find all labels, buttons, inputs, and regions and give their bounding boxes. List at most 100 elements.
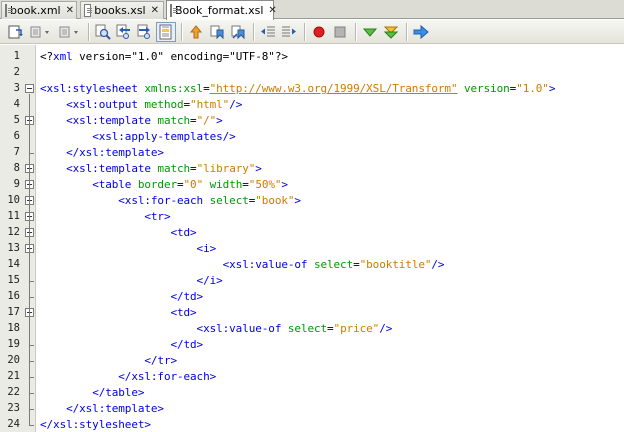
- code-text: <xsl:template match="/">: [40, 114, 223, 127]
- code-line[interactable]: 2: [0, 65, 624, 81]
- line-number: 24: [7, 418, 20, 430]
- code-line[interactable]: 22 </table>: [0, 385, 624, 401]
- toggle-bookmark-icon[interactable]: [228, 22, 248, 42]
- shift-left-icon[interactable]: [258, 22, 278, 42]
- fold-toggle-icon[interactable]: [25, 84, 34, 93]
- find-next-icon[interactable]: [135, 22, 155, 42]
- code-line[interactable]: 20 </tr>: [0, 353, 624, 369]
- code-line[interactable]: 19 </td>: [0, 337, 624, 353]
- validate-xml-icon[interactable]: [381, 22, 401, 42]
- line-number: 4: [13, 98, 20, 110]
- check-xml-icon[interactable]: [360, 22, 380, 42]
- tab-label: Book_format.xsl: [175, 4, 264, 17]
- next-bookmark-icon[interactable]: [207, 22, 227, 42]
- shift-right-icon[interactable]: [279, 22, 299, 42]
- code-text: </i>: [40, 274, 223, 287]
- fold-end-marker: [29, 361, 34, 362]
- code-line[interactable]: 11 <tr>: [0, 209, 624, 225]
- code-line[interactable]: 4 <xsl:output method="html"/>: [0, 97, 624, 113]
- code-token: border: [137, 178, 177, 191]
- back-icon[interactable]: [26, 22, 54, 42]
- code-line[interactable]: 18 <xsl:value-of select="price"/>: [0, 321, 624, 337]
- code-token: <xsl:value-of: [196, 322, 282, 335]
- code-token: <table: [92, 178, 132, 191]
- code-line[interactable]: 14 <xsl:value-of select="booktitle"/>: [0, 257, 624, 273]
- line-number: 11: [7, 210, 20, 222]
- close-tab-icon[interactable]: ✕: [268, 5, 276, 16]
- tab-label: book.xml: [10, 4, 61, 17]
- code-token: xml: [53, 50, 73, 63]
- code-line[interactable]: 7 </xsl:template>: [0, 145, 624, 161]
- close-tab-icon[interactable]: ✕: [66, 5, 74, 16]
- code-text: </xsl:stylesheet>: [40, 418, 151, 431]
- code-token: match: [157, 162, 191, 175]
- editor-toolbar: [0, 20, 624, 44]
- tab-books-xsl[interactable]: books.xsl ✕: [80, 1, 164, 19]
- code-token: <xsl:apply-templates/>: [92, 130, 236, 143]
- find-icon[interactable]: [93, 22, 113, 42]
- previous-bookmark-icon[interactable]: [186, 22, 206, 42]
- code-line[interactable]: 23 </xsl:template>: [0, 401, 624, 417]
- code-text: <xsl:stylesheet xmlns:xsl="http://www.w3…: [40, 82, 555, 95]
- code-line[interactable]: 3 <xsl:stylesheet xmlns:xsl="http://www.w…: [0, 81, 624, 97]
- last-edit-icon[interactable]: [5, 22, 25, 42]
- code-line[interactable]: 12 <td>: [0, 225, 624, 241]
- toggle-highlight-icon[interactable]: [156, 21, 176, 42]
- code-line[interactable]: 21 </xsl:for-each>: [0, 369, 624, 385]
- stop-macro-icon[interactable]: [330, 22, 350, 42]
- code-token: "book": [255, 194, 295, 207]
- code-line[interactable]: 9 <table border="0" width="50%">: [0, 177, 624, 193]
- line-number: 6: [13, 130, 20, 142]
- line-number: 2: [13, 66, 20, 78]
- code-token: "booktitle": [359, 258, 432, 271]
- code-line[interactable]: 6 <xsl:apply-templates/>: [0, 129, 624, 145]
- code-token: <xsl:template: [66, 114, 151, 127]
- line-number: 8: [13, 162, 20, 174]
- fold-end-marker: [29, 425, 34, 426]
- code-text: <tr>: [40, 210, 170, 223]
- code-editor[interactable]: 1 <?xml version="1.0" encoding="UTF-8"?> 2…: [0, 45, 624, 432]
- code-line[interactable]: 24 </xsl:stylesheet>: [0, 417, 624, 432]
- code-line[interactable]: 8 <xsl:template match="library">: [0, 161, 624, 177]
- code-token: xmlns:xsl: [144, 82, 204, 95]
- tab-book-xml[interactable]: book.xml ✕: [1, 1, 77, 19]
- tab-book-format-xsl[interactable]: Book_format.xsl ✕: [166, 0, 277, 20]
- code-line[interactable]: 5 <xsl:template match="/">: [0, 113, 624, 129]
- toolbar-separator: [88, 22, 89, 41]
- code-token: />: [229, 98, 243, 111]
- forward-icon[interactable]: [55, 22, 83, 42]
- line-number: 9: [13, 178, 20, 190]
- code-token: <xsl:value-of: [222, 258, 308, 271]
- code-token: "html": [190, 98, 230, 111]
- xsl-transform-icon[interactable]: [411, 22, 431, 42]
- start-macro-icon[interactable]: [309, 22, 329, 42]
- code-line[interactable]: 13 <i>: [0, 241, 624, 257]
- line-number: 13: [7, 242, 20, 254]
- toolbar-separator: [355, 22, 356, 41]
- code-line[interactable]: 16 </td>: [0, 289, 624, 305]
- code-text: <xsl:output method="html"/>: [40, 98, 242, 111]
- fold-end-marker: [29, 345, 34, 346]
- code-line[interactable]: 1 <?xml version="1.0" encoding="UTF-8"?>: [0, 49, 624, 65]
- line-number: 19: [7, 338, 20, 350]
- line-number: 21: [7, 370, 20, 382]
- code-token: "1.0": [516, 82, 549, 95]
- code-line[interactable]: 10 <xsl:for-each select="book">: [0, 193, 624, 209]
- code-text: <xsl:value-of select="price"/>: [40, 322, 393, 335]
- code-token: >: [216, 114, 223, 127]
- code-text: </tr>: [40, 354, 177, 367]
- code-line[interactable]: 15 </i>: [0, 273, 624, 289]
- code-token: </i>: [196, 274, 223, 287]
- close-tab-icon[interactable]: ✕: [151, 5, 159, 16]
- find-previous-icon[interactable]: [114, 22, 134, 42]
- code-line[interactable]: 17 <td>: [0, 305, 624, 321]
